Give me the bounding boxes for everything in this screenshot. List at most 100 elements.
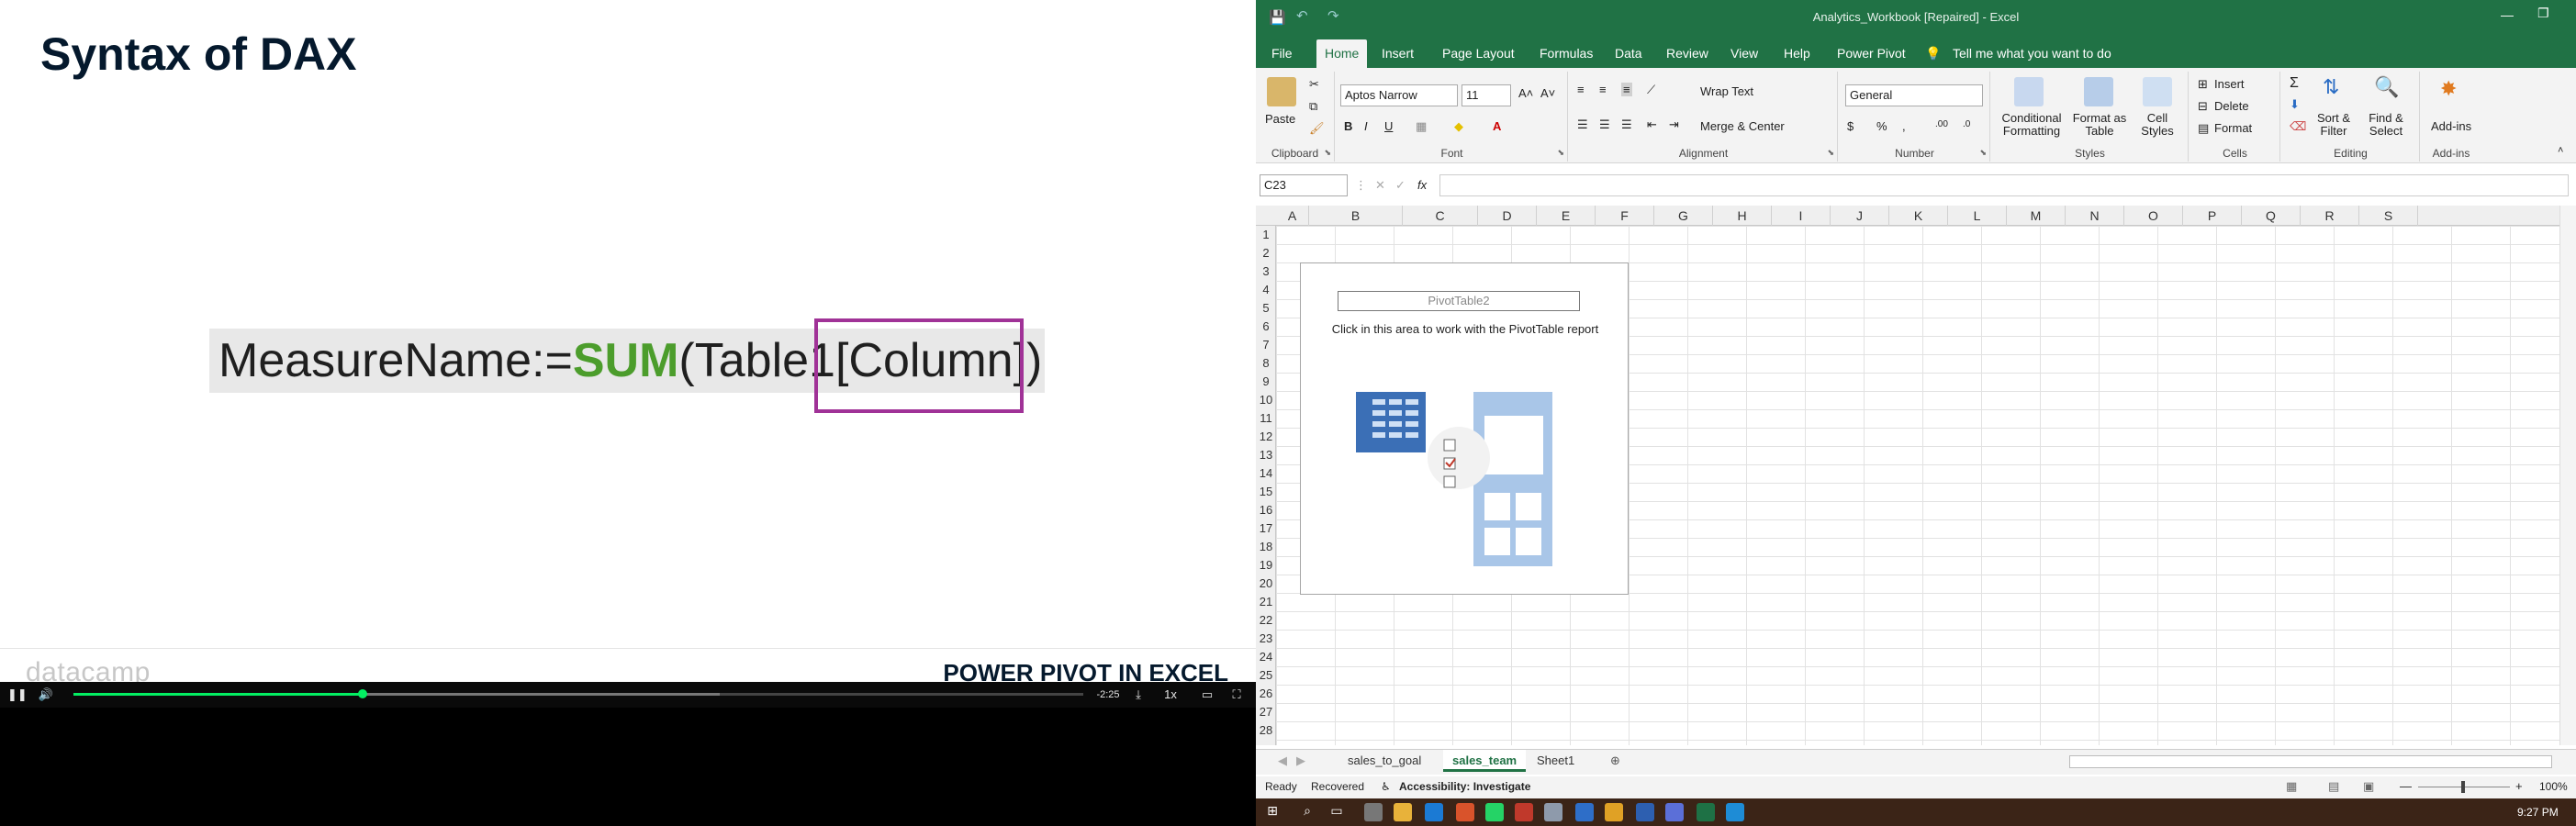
tab-review[interactable]: Review <box>1658 39 1717 68</box>
row-header-24[interactable]: 24 <box>1256 648 1276 666</box>
column-header-p[interactable]: P <box>2183 206 2242 226</box>
copy-icon[interactable]: ⧉ <box>1309 99 1317 114</box>
app-icon-3[interactable] <box>1605 803 1623 821</box>
sheet-tab-sales-to-goal[interactable]: sales_to_goal <box>1338 750 1430 772</box>
column-header-e[interactable]: E <box>1537 206 1596 226</box>
row-header-1[interactable]: 1 <box>1256 226 1276 244</box>
app-icon-4[interactable] <box>1636 803 1654 821</box>
start-icon[interactable]: ⊞ <box>1263 803 1282 821</box>
column-header-g[interactable]: G <box>1654 206 1713 226</box>
addins-icon[interactable]: ✸ <box>2440 77 2457 101</box>
app-icon-2[interactable] <box>1575 803 1594 821</box>
column-header-s[interactable]: S <box>2359 206 2418 226</box>
cut-icon[interactable]: ✂ <box>1309 77 1319 92</box>
tab-file[interactable]: File <box>1263 39 1301 68</box>
tab-view[interactable]: View <box>1722 39 1766 68</box>
row-header-21[interactable]: 21 <box>1256 593 1276 611</box>
format-icon[interactable]: ▤ <box>2198 121 2209 136</box>
outdent-icon[interactable]: ⇥ <box>1669 117 1679 132</box>
download-icon[interactable]: ⤓ <box>1129 686 1148 704</box>
worksheet-grid[interactable]: ABCDEFGHIJKLMNOPQRS 1 2 3 4 5 6 7 8 9 10 11 12 13 14 1… <box>1256 206 2576 745</box>
decrease-decimal-icon[interactable]: .0 <box>1963 119 1970 129</box>
insert-button[interactable]: Insert <box>2214 77 2245 91</box>
add-sheet-icon[interactable]: ⊕ <box>1601 750 1630 772</box>
find-select-button[interactable]: Find & Select <box>2363 112 2409 138</box>
row-header-16[interactable]: 16 <box>1256 501 1276 519</box>
align-center-icon[interactable]: ☰ <box>1599 117 1610 132</box>
zoom-in-icon[interactable]: + <box>2515 779 2523 793</box>
zoom-slider-thumb[interactable] <box>2461 781 2465 793</box>
column-header-i[interactable]: I <box>1772 206 1831 226</box>
row-header-8[interactable]: 8 <box>1256 354 1276 373</box>
row-header-28[interactable]: 28 <box>1256 721 1276 740</box>
insert-icon[interactable]: ⊞ <box>2198 77 2208 92</box>
row-header-4[interactable]: 4 <box>1256 281 1276 299</box>
sheet-tab-sheet1[interactable]: Sheet1 <box>1528 750 1584 772</box>
column-header-m[interactable]: M <box>2007 206 2066 226</box>
column-header-q[interactable]: Q <box>2242 206 2301 226</box>
font-dialog-icon[interactable]: ⬊ <box>1557 148 1564 158</box>
format-as-table-icon[interactable] <box>2084 77 2113 106</box>
collapse-ribbon-icon[interactable]: ˄ <box>2558 145 2563 156</box>
row-header-6[interactable]: 6 <box>1256 318 1276 336</box>
find-select-icon[interactable]: 🔍 <box>2374 75 2399 99</box>
tab-formulas[interactable]: Formulas <box>1531 39 1601 68</box>
align-left-icon[interactable]: ☰ <box>1577 117 1588 132</box>
increase-decimal-icon[interactable]: .00 <box>1935 119 1948 129</box>
indent-icon[interactable]: ⇤ <box>1647 117 1657 132</box>
tab-home[interactable]: Home <box>1316 39 1368 68</box>
row-header-3[interactable]: 3 <box>1256 262 1276 281</box>
conditional-formatting-button[interactable]: Conditional Formatting <box>1994 112 2069 138</box>
align-middle-icon[interactable]: ≡ <box>1599 83 1607 96</box>
row-header-13[interactable]: 13 <box>1256 446 1276 464</box>
clear-icon[interactable]: ⌫ <box>2290 119 2306 134</box>
playback-speed[interactable]: 1x <box>1160 686 1181 704</box>
cell-area[interactable]: PivotTable2 Click in this area to work w… <box>1276 226 2559 745</box>
row-header-12[interactable]: 12 <box>1256 428 1276 446</box>
row-header-10[interactable]: 10 <box>1256 391 1276 409</box>
clipboard-dialog-icon[interactable]: ⬊ <box>1324 148 1331 158</box>
font-color-icon[interactable]: A <box>1493 119 1501 133</box>
font-size-box[interactable]: 11 <box>1462 84 1511 106</box>
file-explorer-icon[interactable] <box>1394 803 1412 821</box>
orientation-icon[interactable]: ⟋ <box>1647 83 1655 97</box>
cancel-entry-icon[interactable]: ✕ <box>1375 178 1385 193</box>
row-header-27[interactable]: 27 <box>1256 703 1276 721</box>
row-header-14[interactable]: 14 <box>1256 464 1276 483</box>
row-header-9[interactable]: 9 <box>1256 373 1276 391</box>
row-header-23[interactable]: 23 <box>1256 630 1276 648</box>
sort-filter-icon[interactable]: ⇅ <box>2323 75 2339 99</box>
vertical-scrollbar[interactable] <box>2559 206 2576 745</box>
percent-icon[interactable]: % <box>1876 119 1887 133</box>
edge-icon[interactable] <box>1425 803 1443 821</box>
underline-icon[interactable]: U <box>1384 119 1393 133</box>
cell-styles-button[interactable]: Cell Styles <box>2132 112 2183 138</box>
tab-data[interactable]: Data <box>1607 39 1651 68</box>
accessibility-status[interactable]: Accessibility: Investigate <box>1399 780 1530 793</box>
comma-icon[interactable]: , <box>1902 119 1906 133</box>
column-header-c[interactable]: C <box>1403 206 1478 226</box>
column-header-j[interactable]: J <box>1831 206 1889 226</box>
fullscreen-icon[interactable]: ⛶ <box>1226 686 1247 704</box>
zoom-level[interactable]: 100% <box>2539 780 2568 793</box>
column-header-f[interactable]: F <box>1596 206 1654 226</box>
row-header-25[interactable]: 25 <box>1256 666 1276 685</box>
row-header-18[interactable]: 18 <box>1256 538 1276 556</box>
minimize-icon[interactable]: — <box>2501 7 2514 22</box>
row-header-19[interactable]: 19 <box>1256 556 1276 575</box>
tab-power-pivot[interactable]: Power Pivot <box>1829 39 1914 68</box>
tab-insert[interactable]: Insert <box>1373 39 1422 68</box>
column-header-d[interactable]: D <box>1478 206 1537 226</box>
page-layout-view-icon[interactable]: ▤ <box>2328 779 2339 794</box>
volume-icon[interactable]: 🔊 <box>37 686 55 704</box>
scroll-sheets-right-icon[interactable]: ▶ <box>1287 750 1315 772</box>
column-header-k[interactable]: K <box>1889 206 1948 226</box>
confirm-entry-icon[interactable]: ✓ <box>1395 178 1406 193</box>
search-icon[interactable]: ⌕ <box>1298 803 1316 821</box>
decrease-font-icon[interactable]: A˅ <box>1540 86 1555 100</box>
column-header-b[interactable]: B <box>1309 206 1403 226</box>
autosum-icon[interactable]: Σ <box>2290 75 2299 92</box>
video-player[interactable]: Syntax of DAX MeasureName:=SUM(Table1[Co… <box>0 0 1256 826</box>
italic-icon[interactable]: I <box>1364 119 1368 133</box>
conditional-formatting-icon[interactable] <box>2014 77 2044 106</box>
